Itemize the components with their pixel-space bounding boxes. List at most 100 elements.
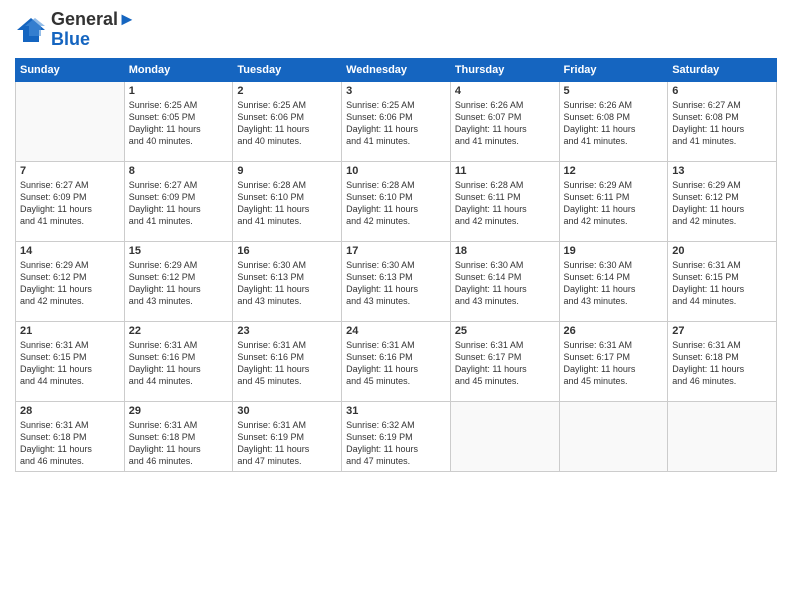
day-info: Sunrise: 6:31 AMSunset: 6:15 PMDaylight:… — [20, 339, 120, 388]
day-info: Sunrise: 6:31 AMSunset: 6:16 PMDaylight:… — [129, 339, 229, 388]
day-info: Sunrise: 6:31 AMSunset: 6:19 PMDaylight:… — [237, 419, 337, 468]
calendar-cell: 6Sunrise: 6:27 AMSunset: 6:08 PMDaylight… — [668, 81, 777, 161]
day-info: Sunrise: 6:30 AMSunset: 6:13 PMDaylight:… — [237, 259, 337, 308]
day-info: Sunrise: 6:30 AMSunset: 6:14 PMDaylight:… — [455, 259, 555, 308]
day-number: 29 — [129, 405, 229, 417]
day-info: Sunrise: 6:29 AMSunset: 6:12 PMDaylight:… — [129, 259, 229, 308]
day-info: Sunrise: 6:26 AMSunset: 6:07 PMDaylight:… — [455, 99, 555, 148]
calendar-cell: 17 Sunrise: 6:30 AMSunset: 6:13 PMDayligh… — [342, 241, 451, 321]
day-info: Sunrise: 6:27 AMSunset: 6:08 PMDaylight:… — [672, 99, 772, 148]
day-number: 21 — [20, 325, 120, 337]
weekday-friday: Friday — [559, 58, 668, 81]
day-info: Sunrise: 6:26 AMSunset: 6:08 PMDaylight:… — [564, 99, 664, 148]
calendar-cell: 31Sunrise: 6:32 AMSunset: 6:19 PMDayligh… — [342, 401, 451, 471]
calendar-week-0: 1 Sunrise: 6:25 AMSunset: 6:05 PMDaylight… — [16, 81, 777, 161]
day-info: Sunrise: 6:31 AMSunset: 6:15 PMDaylight:… — [672, 259, 772, 308]
day-info: Sunrise: 6:27 AMSunset: 6:09 PMDaylight:… — [20, 179, 120, 228]
day-info: Sunrise: 6:30 AMSunset: 6:13 PMDaylight:… — [346, 259, 446, 308]
day-number: 5 — [564, 85, 664, 97]
logo-general: General — [51, 9, 118, 29]
calendar-cell: 22Sunrise: 6:31 AMSunset: 6:16 PMDayligh… — [124, 321, 233, 401]
day-number: 11 — [455, 165, 555, 177]
calendar-cell: 10Sunrise: 6:28 AMSunset: 6:10 PMDayligh… — [342, 161, 451, 241]
day-info: Sunrise: 6:30 AMSunset: 6:14 PMDaylight:… — [564, 259, 664, 308]
day-info: Sunrise: 6:31 AMSunset: 6:17 PMDaylight:… — [455, 339, 555, 388]
day-number: 13 — [672, 165, 772, 177]
calendar-cell: 26 Sunrise: 6:31 AMSunset: 6:17 PMDayligh… — [559, 321, 668, 401]
calendar-cell: 21 Sunrise: 6:31 AMSunset: 6:15 PMDayligh… — [16, 321, 125, 401]
day-number: 19 — [564, 245, 664, 257]
day-number: 20 — [672, 245, 772, 257]
calendar-cell: 23 Sunrise: 6:31 AMSunset: 6:16 PMDayligh… — [233, 321, 342, 401]
calendar-cell: 4 Sunrise: 6:26 AMSunset: 6:07 PMDaylight… — [450, 81, 559, 161]
calendar-cell: 11 Sunrise: 6:28 AMSunset: 6:11 PMDayligh… — [450, 161, 559, 241]
day-number: 8 — [129, 165, 229, 177]
logo-blue: Blue — [51, 29, 90, 49]
logo-text: General► Blue — [51, 10, 136, 50]
calendar-cell: 7Sunrise: 6:27 AMSunset: 6:09 PMDaylight… — [16, 161, 125, 241]
day-info: Sunrise: 6:31 AMSunset: 6:17 PMDaylight:… — [564, 339, 664, 388]
day-info: Sunrise: 6:28 AMSunset: 6:10 PMDaylight:… — [346, 179, 446, 228]
day-info: Sunrise: 6:31 AMSunset: 6:16 PMDaylight:… — [346, 339, 446, 388]
calendar-cell: 19 Sunrise: 6:30 AMSunset: 6:14 PMDayligh… — [559, 241, 668, 321]
day-number: 26 — [564, 325, 664, 337]
day-info: Sunrise: 6:31 AMSunset: 6:16 PMDaylight:… — [237, 339, 337, 388]
weekday-tuesday: Tuesday — [233, 58, 342, 81]
calendar-cell: 14 Sunrise: 6:29 AMSunset: 6:12 PMDayligh… — [16, 241, 125, 321]
calendar-cell: 13 Sunrise: 6:29 AMSunset: 6:12 PMDayligh… — [668, 161, 777, 241]
calendar-cell: 25Sunrise: 6:31 AMSunset: 6:17 PMDayligh… — [450, 321, 559, 401]
day-info: Sunrise: 6:25 AMSunset: 6:05 PMDaylight:… — [129, 99, 229, 148]
calendar-header: SundayMondayTuesdayWednesdayThursdayFrid… — [16, 58, 777, 81]
calendar-cell: 28Sunrise: 6:31 AMSunset: 6:18 PMDayligh… — [16, 401, 125, 471]
weekday-thursday: Thursday — [450, 58, 559, 81]
day-info: Sunrise: 6:31 AMSunset: 6:18 PMDaylight:… — [672, 339, 772, 388]
weekday-sunday: Sunday — [16, 58, 125, 81]
day-number: 14 — [20, 245, 120, 257]
calendar-cell: 9 Sunrise: 6:28 AMSunset: 6:10 PMDaylight… — [233, 161, 342, 241]
calendar-cell — [668, 401, 777, 471]
day-number: 30 — [237, 405, 337, 417]
logo: General► Blue — [15, 10, 136, 50]
day-info: Sunrise: 6:32 AMSunset: 6:19 PMDaylight:… — [346, 419, 446, 468]
calendar-week-1: 7Sunrise: 6:27 AMSunset: 6:09 PMDaylight… — [16, 161, 777, 241]
day-number: 3 — [346, 85, 446, 97]
calendar-cell: 30 Sunrise: 6:31 AMSunset: 6:19 PMDayligh… — [233, 401, 342, 471]
day-number: 2 — [237, 85, 337, 97]
calendar-cell: 16Sunrise: 6:30 AMSunset: 6:13 PMDayligh… — [233, 241, 342, 321]
calendar-cell: 29Sunrise: 6:31 AMSunset: 6:18 PMDayligh… — [124, 401, 233, 471]
calendar-body: 1 Sunrise: 6:25 AMSunset: 6:05 PMDaylight… — [16, 81, 777, 471]
calendar-cell: 24 Sunrise: 6:31 AMSunset: 6:16 PMDayligh… — [342, 321, 451, 401]
calendar-week-2: 14 Sunrise: 6:29 AMSunset: 6:12 PMDayligh… — [16, 241, 777, 321]
logo-icon — [15, 16, 47, 44]
day-number: 1 — [129, 85, 229, 97]
day-info: Sunrise: 6:28 AMSunset: 6:11 PMDaylight:… — [455, 179, 555, 228]
calendar-cell: 5 Sunrise: 6:26 AMSunset: 6:08 PMDaylight… — [559, 81, 668, 161]
day-info: Sunrise: 6:25 AMSunset: 6:06 PMDaylight:… — [346, 99, 446, 148]
day-number: 12 — [564, 165, 664, 177]
weekday-saturday: Saturday — [668, 58, 777, 81]
day-number: 18 — [455, 245, 555, 257]
calendar-week-3: 21 Sunrise: 6:31 AMSunset: 6:15 PMDayligh… — [16, 321, 777, 401]
day-info: Sunrise: 6:29 AMSunset: 6:11 PMDaylight:… — [564, 179, 664, 228]
day-number: 4 — [455, 85, 555, 97]
page: General► Blue SundayMondayTuesdayWednesd… — [0, 0, 792, 612]
day-number: 28 — [20, 405, 120, 417]
calendar-cell — [450, 401, 559, 471]
day-number: 9 — [237, 165, 337, 177]
day-number: 27 — [672, 325, 772, 337]
calendar-cell: 1 Sunrise: 6:25 AMSunset: 6:05 PMDaylight… — [124, 81, 233, 161]
day-number: 17 — [346, 245, 446, 257]
calendar-cell: 18 Sunrise: 6:30 AMSunset: 6:14 PMDayligh… — [450, 241, 559, 321]
calendar-cell: 27 Sunrise: 6:31 AMSunset: 6:18 PMDayligh… — [668, 321, 777, 401]
calendar: SundayMondayTuesdayWednesdayThursdayFrid… — [15, 58, 777, 472]
day-info: Sunrise: 6:29 AMSunset: 6:12 PMDaylight:… — [20, 259, 120, 308]
calendar-cell — [559, 401, 668, 471]
day-info: Sunrise: 6:27 AMSunset: 6:09 PMDaylight:… — [129, 179, 229, 228]
day-info: Sunrise: 6:28 AMSunset: 6:10 PMDaylight:… — [237, 179, 337, 228]
day-info: Sunrise: 6:29 AMSunset: 6:12 PMDaylight:… — [672, 179, 772, 228]
header: General► Blue — [15, 10, 777, 50]
calendar-cell — [16, 81, 125, 161]
day-number: 24 — [346, 325, 446, 337]
day-number: 23 — [237, 325, 337, 337]
calendar-week-4: 28Sunrise: 6:31 AMSunset: 6:18 PMDayligh… — [16, 401, 777, 471]
